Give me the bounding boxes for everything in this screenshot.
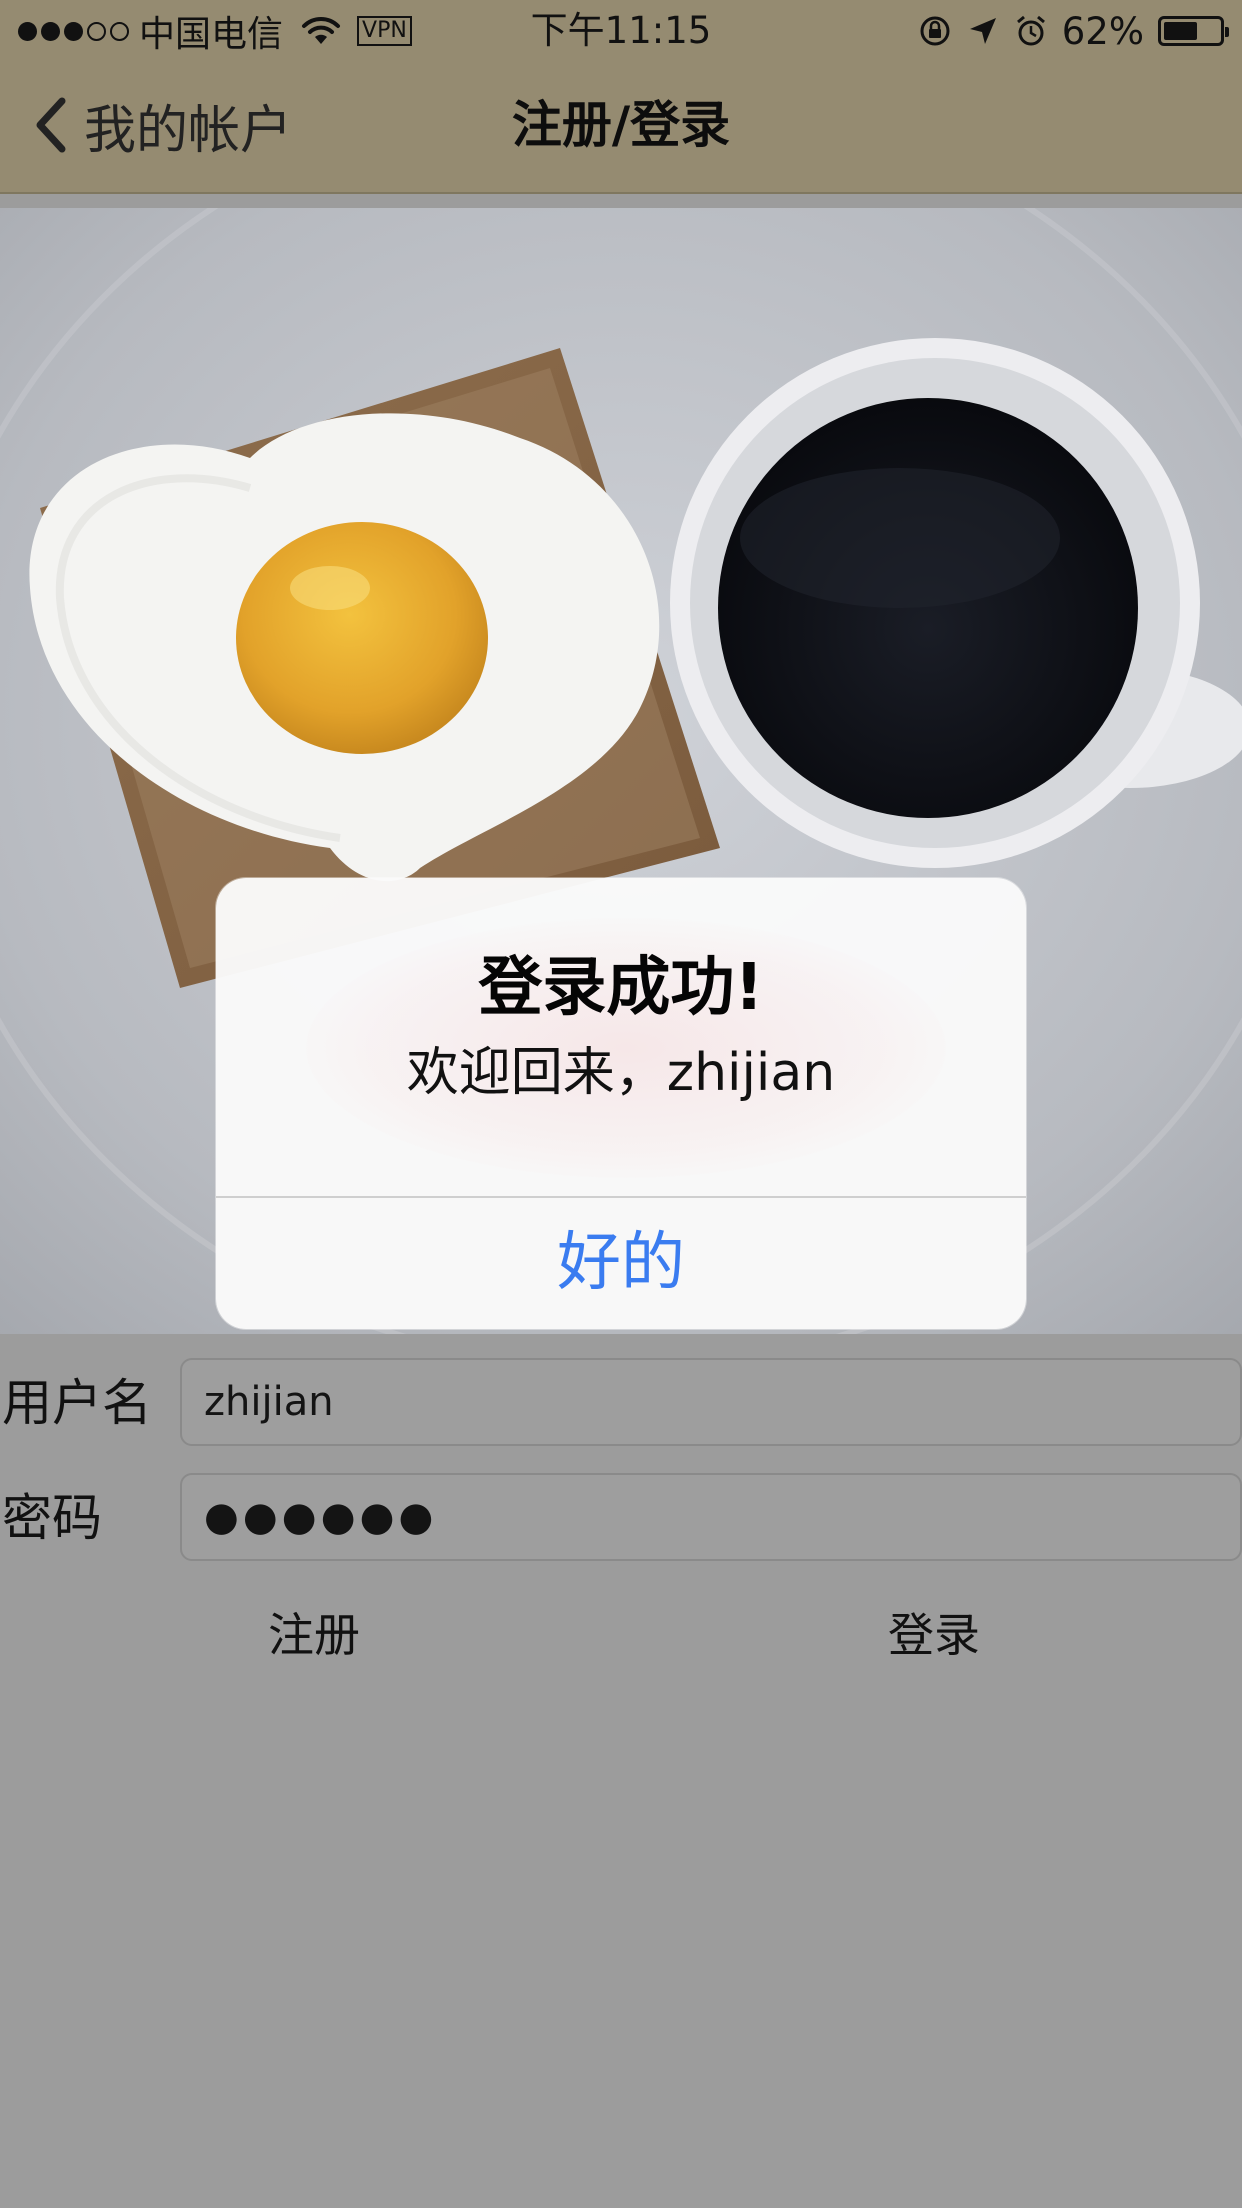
alert-title: 登录成功! [478,951,764,1025]
alert-message: 欢迎回来，zhijian [406,1043,836,1103]
screen: 中国电信 VPN 下午11:15 62% 我的帐户 注册/登录 用户名 zhij… [0,0,1242,2208]
alert-ok-button[interactable]: 好的 [216,1198,1026,1329]
login-success-alert: 登录成功! 欢迎回来，zhijian 好的 [216,878,1026,1329]
